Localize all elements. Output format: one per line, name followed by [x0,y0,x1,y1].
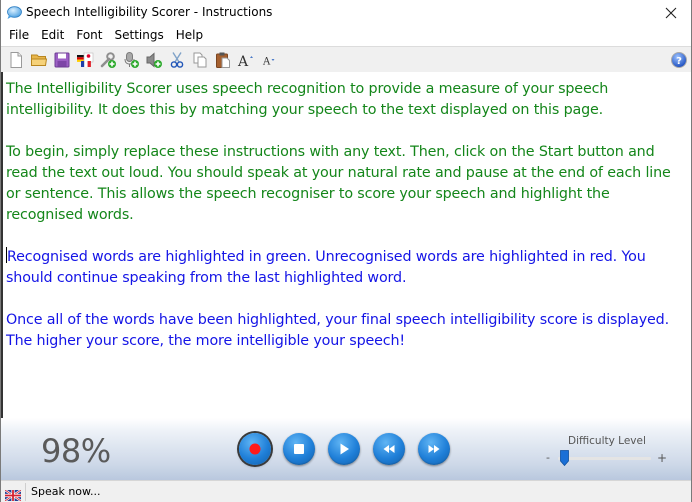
control-panel: 98% Difficulty Level - + [1,418,691,480]
speaker-add-button[interactable] [142,49,165,71]
paragraph-score: Once all of the words have been highligh… [6,312,669,349]
rewind-icon [383,445,395,453]
close-icon [665,7,677,18]
font-increase-button[interactable]: A [234,49,257,71]
copy-button[interactable] [188,49,211,71]
menu-edit[interactable]: Edit [35,25,70,45]
status-text: Speak now... [31,485,101,498]
rewind-button[interactable] [373,433,405,465]
record-icon [249,443,261,455]
svg-text:?: ? [676,56,682,67]
language-flags-icon [76,52,93,67]
app-window: Speech Intelligibility Scorer - Instruct… [0,0,692,502]
toolbar: A A ? [1,46,691,72]
difficulty-max-label: + [657,451,668,465]
window-title: Speech Intelligibility Scorer - Instruct… [26,5,273,19]
microphone-add-button[interactable] [119,49,142,71]
stop-icon [294,444,304,454]
help-button[interactable]: ? [670,51,688,69]
paste-button[interactable] [211,49,234,71]
score-display: 98% [41,432,111,470]
difficulty-slider-track[interactable] [558,457,651,460]
fast-forward-icon [428,445,440,453]
status-bar: Speak now... [1,480,691,502]
svg-text:A: A [237,54,249,69]
font-increase-icon: A [237,54,253,69]
record-button[interactable] [239,433,271,465]
menu-font[interactable]: Font [70,25,108,45]
save-button[interactable] [50,49,73,71]
play-button[interactable] [328,433,360,465]
fast-forward-button[interactable] [418,433,450,465]
new-button[interactable] [4,49,27,71]
instructions-text-area[interactable]: The Intelligibility Scorer uses speech r… [1,72,691,418]
uk-flag-icon [4,486,22,502]
close-button[interactable] [651,0,691,25]
difficulty-min-label: - [546,451,550,464]
menu-file[interactable]: File [3,25,35,45]
language-button[interactable] [73,49,96,71]
wrench-add-icon [100,51,116,68]
microphone-add-icon [124,51,139,68]
settings-add-button[interactable] [96,49,119,71]
difficulty-slider-thumb[interactable] [559,450,569,467]
menu-bar: File Edit Font Settings Help [1,25,691,45]
paste-icon [215,52,230,68]
paragraph-highlighting: Recognised words are highlighted in gree… [6,247,688,289]
play-icon [340,443,349,455]
paragraph-highlighting-text: Recognised words are highlighted in gree… [6,249,646,286]
save-icon [54,52,69,67]
status-separator [25,482,26,501]
paragraph-begin: To begin, simply replace these instructi… [6,144,671,223]
title-bar: Speech Intelligibility Scorer - Instruct… [1,0,691,25]
stop-button[interactable] [283,433,315,465]
new-document-icon [10,51,22,68]
menu-settings[interactable]: Settings [108,25,169,45]
paragraph-intro: The Intelligibility Scorer uses speech r… [6,81,609,118]
copy-icon [193,52,206,67]
speaker-add-icon [146,51,162,68]
speech-bubble-icon [6,5,22,19]
cut-button[interactable] [165,49,188,71]
open-button[interactable] [27,49,50,71]
font-decrease-icon: A [262,56,274,67]
difficulty-label: Difficulty Level [568,435,646,447]
open-folder-icon [30,54,47,66]
help-icon: ? [671,52,687,68]
cut-icon [170,51,183,68]
svg-text:A: A [262,56,271,67]
menu-help[interactable]: Help [170,25,209,45]
font-decrease-button[interactable]: A [257,49,280,71]
